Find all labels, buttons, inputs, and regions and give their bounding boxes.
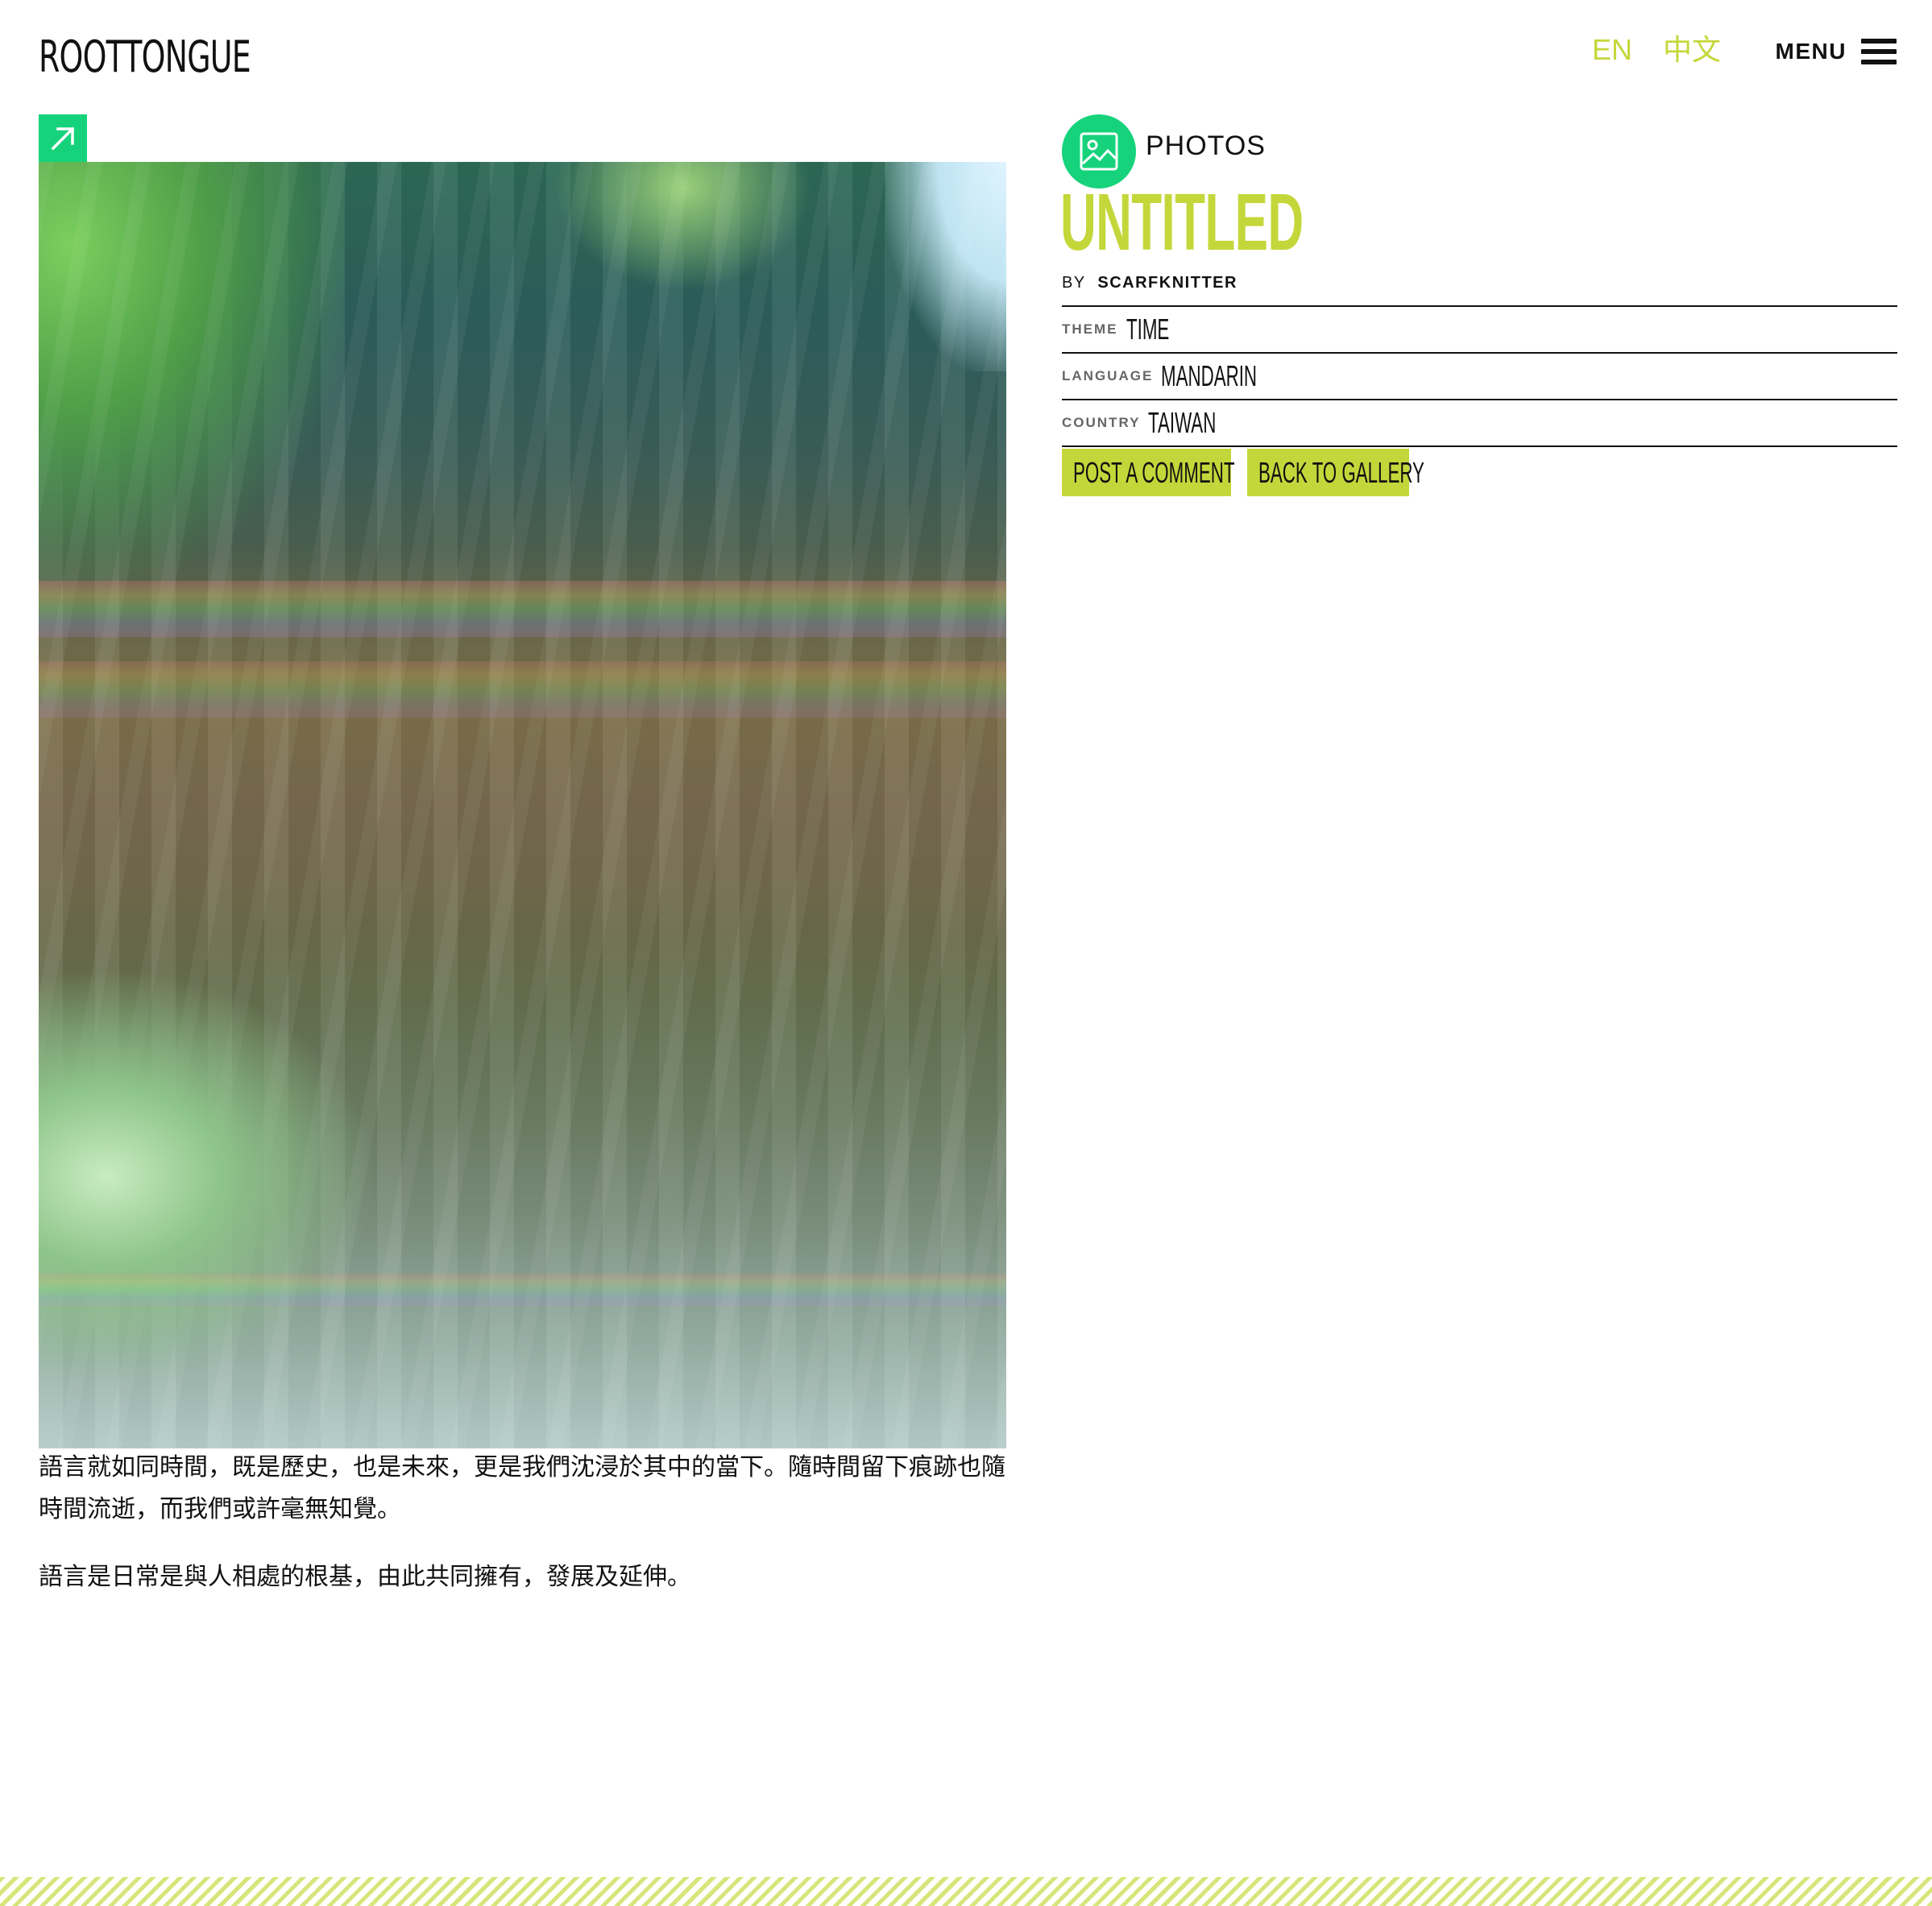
- back-to-gallery-label: BACK TO GALLERY: [1258, 455, 1424, 489]
- menu-label: MENU: [1775, 39, 1847, 64]
- meta-value-language[interactable]: MANDARIN: [1161, 359, 1257, 393]
- page: ROOTTONGUE EN 中文 MENU 語言就如同時間，既是歷史，也是未來，…: [0, 0, 1932, 1906]
- meta-key: COUNTRY: [1062, 415, 1141, 430]
- post-comment-button[interactable]: POST A COMMENT: [1062, 449, 1235, 496]
- site-logo[interactable]: ROOTTONGUE: [39, 35, 251, 79]
- meta-row-language: LANGUAGE MANDARIN: [1062, 352, 1897, 399]
- meta-key: LANGUAGE: [1062, 368, 1154, 383]
- by-label: BY: [1062, 274, 1086, 292]
- entry-actions: POST A COMMENT BACK TO GALLERY: [1062, 449, 1424, 496]
- entry-title: UNTITLED: [1060, 177, 1304, 267]
- author-link[interactable]: SCARFKNITTER: [1097, 274, 1238, 292]
- back-to-gallery-button[interactable]: BACK TO GALLERY: [1247, 449, 1424, 496]
- meta-key: THEME: [1062, 321, 1118, 337]
- hamburger-icon: [1861, 39, 1897, 64]
- expand-button[interactable]: [39, 114, 87, 163]
- meta-row-theme: THEME TIME: [1062, 305, 1897, 352]
- caption-paragraph: 語言是日常是與人相處的根基，由此共同擁有，發展及延伸。: [39, 1563, 691, 1591]
- lang-en-link[interactable]: EN: [1592, 35, 1632, 64]
- caption-paragraph: 語言就如同時間，既是歷史，也是未來，更是我們沈浸於其中的當下。隨時間留下痕跡也隨…: [39, 1453, 1005, 1523]
- meta-value-theme[interactable]: TIME: [1126, 313, 1169, 346]
- language-switcher: EN 中文: [1592, 35, 1721, 64]
- entry-photo: [39, 162, 1006, 1448]
- meta-value-country[interactable]: TAIWAN: [1148, 406, 1216, 440]
- menu-button[interactable]: MENU: [1776, 39, 1897, 64]
- meta-row-country: COUNTRY TAIWAN: [1062, 399, 1897, 447]
- lang-zh-link[interactable]: 中文: [1663, 35, 1721, 64]
- media-type-label: PHOTOS: [1146, 130, 1266, 161]
- byline: BY SCARFKNITTER: [1062, 274, 1238, 292]
- arrow-up-right-icon: [51, 126, 75, 151]
- footer-stripe: [0, 1877, 1932, 1906]
- entry-caption: 語言就如同時間，既是歷史，也是未來，更是我們沈浸於其中的當下。隨時間留下痕跡也隨…: [39, 1447, 1010, 1624]
- entry-meta: THEME TIME LANGUAGE MANDARIN COUNTRY TAI…: [1062, 305, 1897, 447]
- post-comment-label: POST A COMMENT: [1073, 455, 1235, 489]
